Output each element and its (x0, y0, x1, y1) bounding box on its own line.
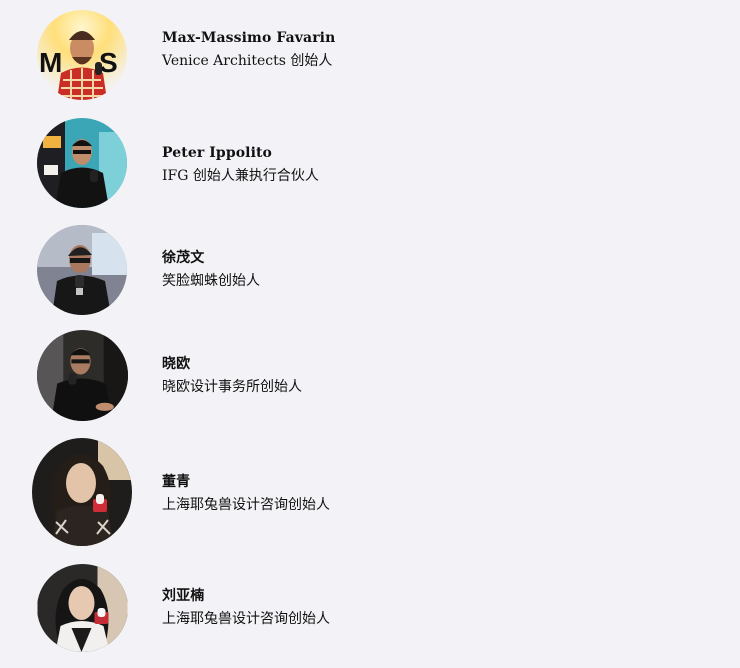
speaker-item-favarin: M S Max-Massimo Favarin Venice Architect… (0, 0, 740, 110)
speaker-title: 上海耶兔兽设计咨询创始人 (162, 611, 330, 627)
speaker-item-dong-qing: 董青 上海耶兔兽设计咨询创始人 (0, 432, 740, 554)
speaker-name: 徐茂文 (162, 250, 205, 266)
speaker-portrait-photo-icon (37, 330, 128, 421)
speaker-photo-xiaoou[interactable] (37, 330, 128, 421)
speaker-name: 刘亚楠 (162, 588, 205, 604)
speaker-portrait-photo-icon (37, 564, 128, 652)
speaker-item-liu-yanan: 刘亚楠 上海耶兔兽设计咨询创始人 (0, 554, 740, 668)
speaker-item-xu-maowen: 徐茂文 笑脸蜘蛛创始人 (0, 220, 740, 326)
speaker-name: 董青 (162, 474, 191, 490)
speaker-photo-liu-yanan[interactable] (37, 564, 128, 652)
speaker-name: Max-Massimo Favarin (162, 30, 336, 46)
speaker-item-ippolito: Peter Ippolito IFG 创始人兼执行合伙人 (0, 110, 740, 220)
speaker-title: IFG 创始人兼执行合伙人 (162, 168, 319, 184)
speaker-name: 晓欧 (162, 356, 191, 372)
speaker-title: 晓欧设计事务所创始人 (162, 379, 302, 395)
speaker-photo-dong-qing[interactable] (32, 438, 132, 546)
speaker-photo-xu-maowen[interactable] (37, 225, 127, 315)
speaker-portrait-photo-icon (37, 225, 127, 315)
speaker-list: M S Max-Massimo Favarin Venice Architect… (0, 0, 740, 668)
speaker-item-xiaoou: 晓欧 晓欧设计事务所创始人 (0, 326, 740, 432)
speaker-name: Peter Ippolito (162, 145, 272, 161)
speaker-title: 上海耶兔兽设计咨询创始人 (162, 497, 330, 513)
speaker-portrait-photo-icon (32, 438, 132, 546)
speaker-title: Venice Architects 创始人 (162, 53, 333, 69)
speaker-portrait-photo-icon: M S (37, 10, 127, 100)
speaker-photo-ippolito[interactable] (37, 118, 127, 208)
speaker-portrait-photo-icon (37, 118, 127, 208)
speaker-photo-favarin[interactable]: M S (37, 10, 127, 100)
svg-text:M: M (39, 47, 62, 78)
speaker-title: 笑脸蜘蛛创始人 (162, 273, 260, 289)
